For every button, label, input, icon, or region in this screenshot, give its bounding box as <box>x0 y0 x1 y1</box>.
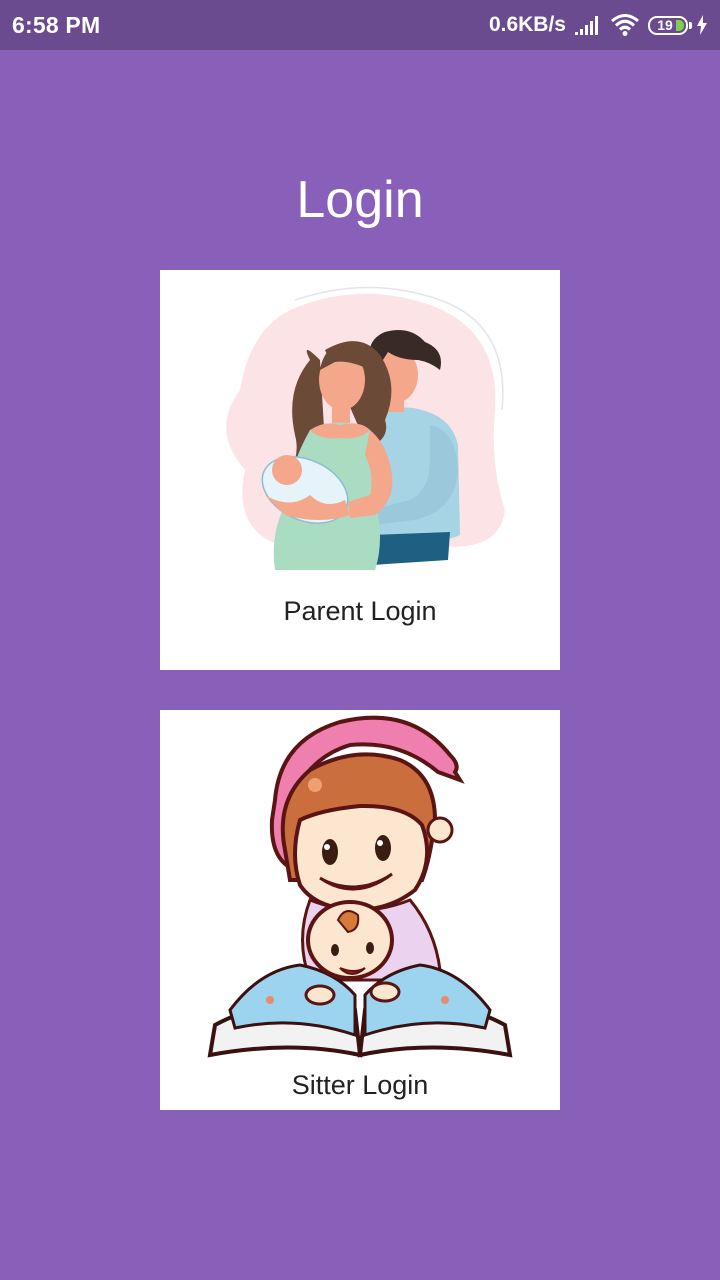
battery-level: 19 <box>657 17 673 33</box>
wifi-icon <box>611 14 639 36</box>
network-speed: 0.6KB/s <box>488 13 566 36</box>
parent-family-illustration <box>226 286 505 570</box>
battery-icon: 19 <box>648 15 692 35</box>
parent-login-label: Parent Login <box>283 596 437 626</box>
parent-login-card[interactable]: Parent Login <box>160 270 560 670</box>
signal-icon <box>575 16 598 35</box>
page-title: Login <box>296 171 424 229</box>
status-icons: 0.6KB/s 19 <box>489 13 708 37</box>
sitter-baby-book-illustration <box>207 715 513 1058</box>
sitter-login-card[interactable]: Sitter Login <box>160 710 560 1110</box>
charging-icon <box>697 15 707 35</box>
status-time: 6:58 PM <box>12 11 101 38</box>
status-bar: 6:58 PM 0.6KB/s 19 <box>0 0 720 50</box>
sitter-login-label: Sitter Login <box>291 1070 429 1100</box>
